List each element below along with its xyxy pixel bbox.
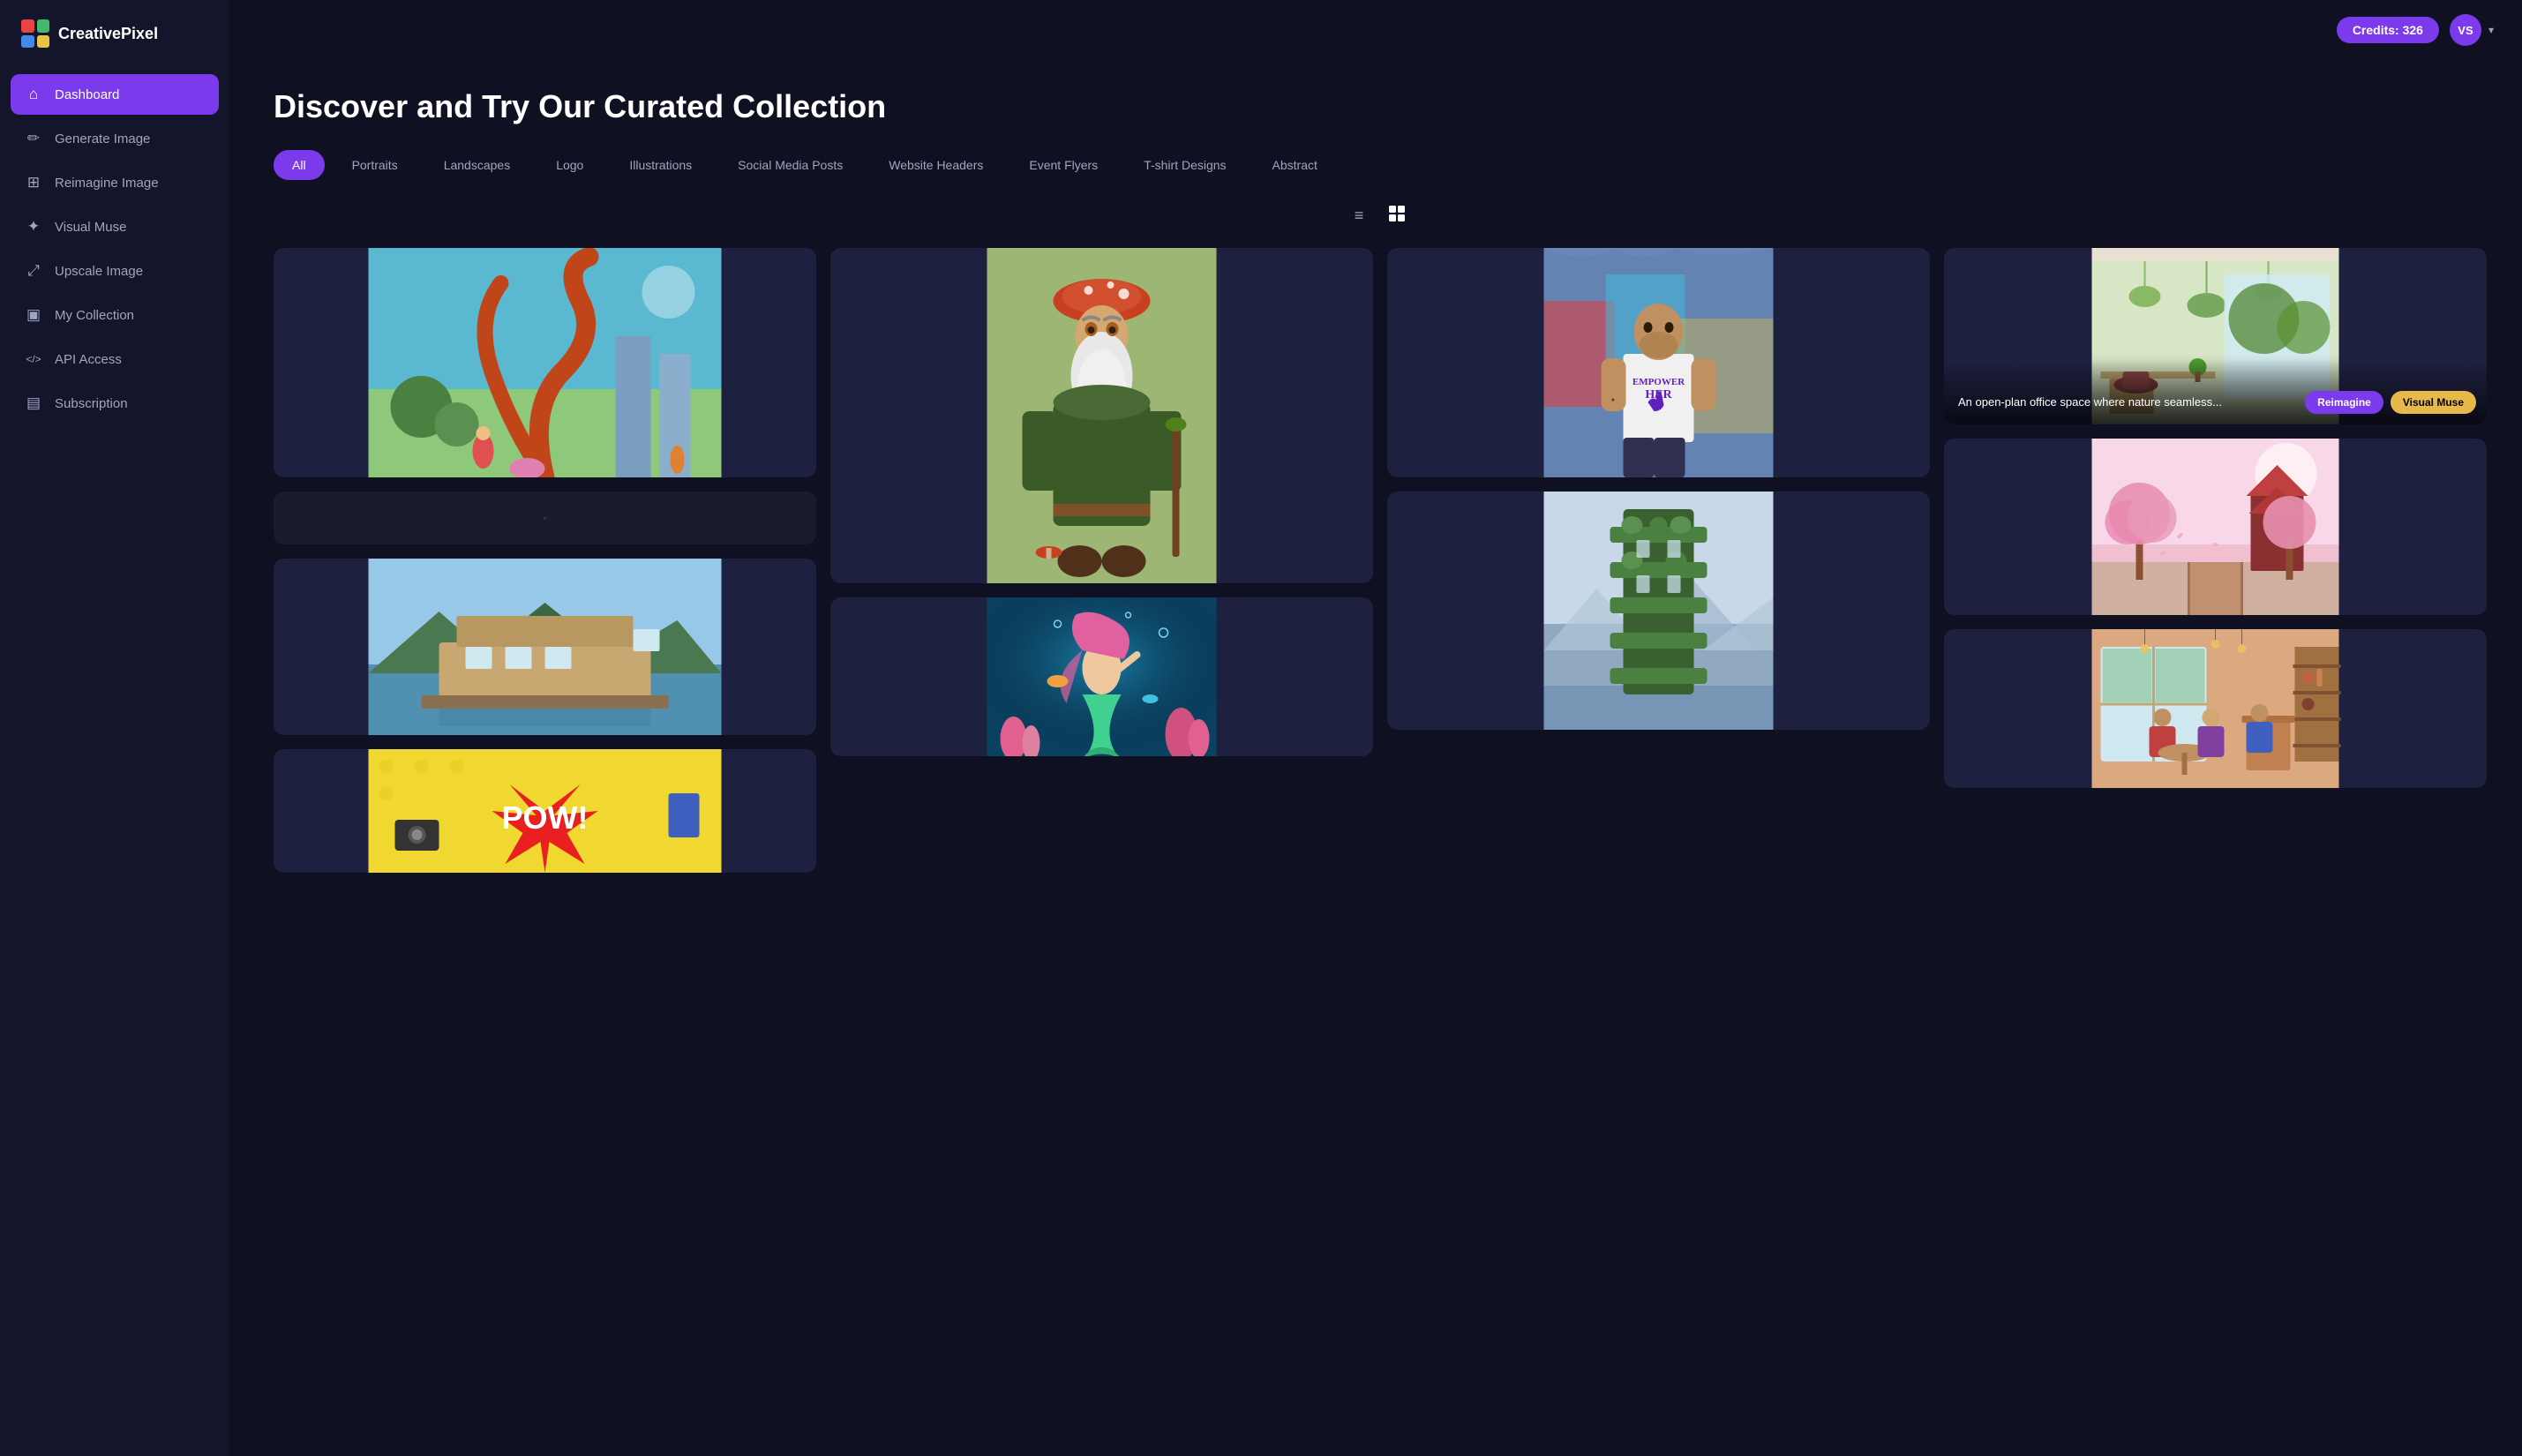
- grid-column-1: ▪: [274, 248, 816, 873]
- filter-tab-portraits[interactable]: Portraits: [334, 150, 417, 180]
- image-card-green-tower[interactable]: [1387, 492, 1930, 730]
- reimagine-icon: ⊞: [25, 174, 42, 191]
- sidebar-item-generate-image[interactable]: ✏ Generate Image: [11, 118, 219, 159]
- visual-muse-button[interactable]: Visual Muse: [2391, 391, 2476, 414]
- sidebar-item-upscale-image[interactable]: ⤢ Upscale Image: [11, 251, 219, 291]
- sidebar-label-visual-muse: Visual Muse: [55, 220, 126, 235]
- collection-icon: ▣: [25, 306, 42, 324]
- image-card-office-nature[interactable]: An open-plan office space where nature s…: [1944, 248, 2487, 424]
- image-card-loading[interactable]: ▪: [274, 492, 816, 544]
- image-card-houseboat[interactable]: [274, 559, 816, 735]
- chevron-down-icon[interactable]: ▾: [2488, 24, 2494, 36]
- topbar: Credits: 326 VS ▾: [229, 0, 2522, 60]
- sidebar-item-api-access[interactable]: </> API Access: [11, 339, 219, 379]
- view-controls: ≡: [274, 201, 2487, 230]
- image-card-empower-tshirt[interactable]: EMPOWER HER ✦: [1387, 248, 1930, 477]
- sidebar-nav: ⌂ Dashboard ✏ Generate Image ⊞ Reimagine…: [0, 67, 229, 1456]
- svg-text:✦: ✦: [1610, 396, 1617, 404]
- logo-cell-blue: [21, 35, 34, 49]
- sidebar-item-reimagine-image[interactable]: ⊞ Reimagine Image: [11, 162, 219, 203]
- filter-tab-tshirt[interactable]: T-shirt Designs: [1125, 150, 1244, 180]
- sidebar-label-dashboard: Dashboard: [55, 87, 119, 102]
- filter-tab-abstract[interactable]: Abstract: [1254, 150, 1336, 180]
- list-view-icon: ≡: [1355, 206, 1364, 224]
- reimagine-button[interactable]: Reimagine: [2305, 391, 2383, 414]
- grid-column-3: EMPOWER HER ✦: [1387, 248, 1930, 730]
- sidebar-item-dashboard[interactable]: ⌂ Dashboard: [11, 74, 219, 115]
- avatar-area: VS ▾: [2450, 14, 2494, 46]
- logo-cell-yellow: [37, 35, 50, 49]
- svg-text:EMPOWER: EMPOWER: [1633, 377, 1685, 387]
- subscription-icon: ▤: [25, 394, 42, 412]
- filter-tab-landscapes[interactable]: Landscapes: [425, 150, 529, 180]
- image-card-fantasy-playground[interactable]: [274, 248, 816, 477]
- visual-muse-icon: ✦: [25, 218, 42, 236]
- page-title: Discover and Try Our Curated Collection: [274, 88, 2487, 125]
- generate-icon: ✏: [25, 130, 42, 147]
- sidebar-label-generate: Generate Image: [55, 131, 150, 146]
- avatar[interactable]: VS: [2450, 14, 2481, 46]
- logo-cell-green: [37, 19, 50, 33]
- svg-text:POW!: POW!: [502, 799, 589, 836]
- filter-tab-illustrations[interactable]: Illustrations: [611, 150, 710, 180]
- dashboard-icon: ⌂: [25, 86, 42, 103]
- filter-tab-all[interactable]: All: [274, 150, 325, 180]
- app-name: CreativePixel: [58, 25, 158, 43]
- main-content: Credits: 326 VS ▾ Discover and Try Our C…: [229, 0, 2522, 1456]
- loading-indicator: ▪: [543, 512, 546, 524]
- sidebar: CreativePixel ⌂ Dashboard ✏ Generate Ima…: [0, 0, 229, 1456]
- logo-cell-red: [21, 19, 34, 33]
- filter-tab-social-media[interactable]: Social Media Posts: [719, 150, 861, 180]
- sidebar-label-api: API Access: [55, 352, 122, 367]
- filter-tabs: All Portraits Landscapes Logo Illustrati…: [274, 150, 2487, 180]
- grid-column-4: An open-plan office space where nature s…: [1944, 248, 2487, 788]
- sidebar-label-subscription: Subscription: [55, 396, 128, 411]
- grid-column-2: [830, 248, 1373, 756]
- sidebar-item-subscription[interactable]: ▤ Subscription: [11, 383, 219, 424]
- sidebar-label-collection: My Collection: [55, 308, 134, 323]
- grid-view-button[interactable]: [1381, 201, 1413, 230]
- upscale-icon: ⤢: [25, 262, 42, 280]
- sidebar-item-my-collection[interactable]: ▣ My Collection: [11, 295, 219, 335]
- api-icon: </>: [25, 350, 42, 368]
- list-view-button[interactable]: ≡: [1347, 201, 1371, 230]
- image-card-mermaid[interactable]: [830, 597, 1373, 756]
- sidebar-item-visual-muse[interactable]: ✦ Visual Muse: [11, 206, 219, 247]
- image-card-cherry-blossom[interactable]: [1944, 439, 2487, 615]
- sidebar-label-reimagine: Reimagine Image: [55, 176, 159, 191]
- image-card-cafe[interactable]: [1944, 629, 2487, 788]
- filter-tab-website-headers[interactable]: Website Headers: [870, 150, 1002, 180]
- filter-tab-event-flyers[interactable]: Event Flyers: [1010, 150, 1116, 180]
- card-description: An open-plan office space where nature s…: [1958, 395, 2222, 409]
- filter-tab-logo[interactable]: Logo: [537, 150, 602, 180]
- image-grid: ▪: [274, 248, 2487, 873]
- image-card-comic-pow[interactable]: POW!: [274, 749, 816, 873]
- credits-badge[interactable]: Credits: 326: [2337, 17, 2439, 43]
- logo-area: CreativePixel: [0, 0, 229, 67]
- image-card-mushroom-wizard[interactable]: [830, 248, 1373, 583]
- grid-view-icon: [1388, 208, 1406, 226]
- sidebar-label-upscale: Upscale Image: [55, 264, 143, 279]
- logo-icon: [21, 19, 49, 48]
